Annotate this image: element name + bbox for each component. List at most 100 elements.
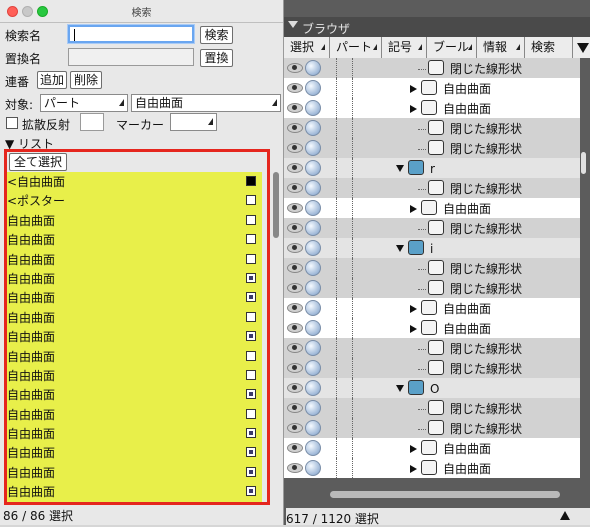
list-item[interactable]: <自由曲面: [7, 172, 262, 191]
list-scrollbar[interactable]: [272, 168, 280, 504]
eye-icon[interactable]: [287, 423, 303, 433]
list-item[interactable]: 自由曲面: [7, 443, 262, 462]
sphere-icon[interactable]: [305, 260, 321, 276]
tree-node[interactable]: r: [396, 160, 435, 176]
expand-arrow-icon[interactable]: [410, 465, 417, 473]
sphere-icon[interactable]: [305, 440, 321, 456]
list-item[interactable]: 自由曲面: [7, 405, 262, 424]
tree-row[interactable]: 自由曲面: [284, 198, 580, 218]
tree-row[interactable]: 閉じた線形状: [284, 338, 580, 358]
tree-row[interactable]: O: [284, 378, 580, 398]
tree-row[interactable]: 閉じた線形状: [284, 218, 580, 238]
target-type-select[interactable]: パート: [40, 94, 128, 112]
tree-row[interactable]: 閉じた線形状: [284, 398, 580, 418]
eye-icon[interactable]: [287, 63, 303, 73]
sphere-icon[interactable]: [305, 420, 321, 436]
replace-name-input[interactable]: [68, 48, 194, 66]
sphere-icon[interactable]: [305, 100, 321, 116]
tree-node[interactable]: i: [396, 240, 433, 256]
sphere-icon[interactable]: [305, 120, 321, 136]
tree-row[interactable]: 閉じた線形状: [284, 138, 580, 158]
tree-node[interactable]: 閉じた線形状: [418, 340, 522, 357]
tree-row[interactable]: 閉じた線形状: [284, 358, 580, 378]
tree-node[interactable]: 自由曲面: [410, 80, 491, 97]
eye-icon[interactable]: [287, 403, 303, 413]
eye-icon[interactable]: [287, 243, 303, 253]
browser-hscrollbar[interactable]: [330, 491, 560, 498]
browser-vscrollbar[interactable]: [580, 58, 590, 486]
tree-row[interactable]: 閉じた線形状: [284, 118, 580, 138]
eye-icon[interactable]: [287, 123, 303, 133]
tree-row[interactable]: 自由曲面: [284, 98, 580, 118]
sphere-icon[interactable]: [305, 160, 321, 176]
eye-icon[interactable]: [287, 343, 303, 353]
sphere-icon[interactable]: [305, 140, 321, 156]
tree-row[interactable]: 閉じた線形状: [284, 418, 580, 438]
tree-node[interactable]: 閉じた線形状: [418, 180, 522, 197]
tree-row[interactable]: 自由曲面: [284, 458, 580, 478]
tree-node[interactable]: 閉じた線形状: [418, 260, 522, 277]
tree-row[interactable]: r: [284, 158, 580, 178]
tab-part[interactable]: パート: [330, 37, 382, 58]
list-item[interactable]: 自由曲面: [7, 482, 262, 501]
sphere-icon[interactable]: [305, 340, 321, 356]
eye-icon[interactable]: [287, 223, 303, 233]
sphere-icon[interactable]: [305, 200, 321, 216]
select-all-button[interactable]: 全て選択: [9, 153, 67, 171]
search-name-input[interactable]: [68, 25, 194, 43]
target-kind-select[interactable]: 自由曲面: [131, 94, 281, 112]
list-item[interactable]: <ポスター: [7, 191, 262, 210]
eye-icon[interactable]: [287, 143, 303, 153]
list-item[interactable]: 自由曲面: [7, 347, 262, 366]
eye-icon[interactable]: [287, 443, 303, 453]
tab-info[interactable]: 情報: [477, 37, 525, 58]
expand-arrow-icon[interactable]: [410, 325, 417, 333]
tabs-menu-icon[interactable]: [577, 43, 589, 53]
tree-node[interactable]: 自由曲面: [410, 100, 491, 117]
eye-icon[interactable]: [287, 283, 303, 293]
tree-node[interactable]: 閉じた線形状: [418, 220, 522, 237]
sphere-icon[interactable]: [305, 180, 321, 196]
sphere-icon[interactable]: [305, 380, 321, 396]
sphere-icon[interactable]: [305, 400, 321, 416]
tree-row[interactable]: 閉じた線形状: [284, 178, 580, 198]
collapse-icon[interactable]: [288, 21, 298, 28]
sphere-icon[interactable]: [305, 460, 321, 476]
expand-arrow-icon[interactable]: [410, 85, 417, 93]
tab-select[interactable]: 選択: [284, 37, 330, 58]
tree-row[interactable]: 閉じた線形状: [284, 258, 580, 278]
eye-icon[interactable]: [287, 163, 303, 173]
tree-node[interactable]: 自由曲面: [410, 320, 491, 337]
eye-icon[interactable]: [287, 103, 303, 113]
eye-icon[interactable]: [287, 383, 303, 393]
tree-node[interactable]: 閉じた線形状: [418, 400, 522, 417]
sphere-icon[interactable]: [305, 280, 321, 296]
collapse-arrow-icon[interactable]: [396, 165, 404, 172]
tree-node[interactable]: 自由曲面: [410, 300, 491, 317]
list-item[interactable]: 自由曲面: [7, 366, 262, 385]
tree-node[interactable]: 自由曲面: [410, 200, 491, 217]
eye-icon[interactable]: [287, 463, 303, 473]
list-item[interactable]: 自由曲面: [7, 424, 262, 443]
tab-symbol[interactable]: 記号: [382, 37, 427, 58]
diffuse-color-well[interactable]: [80, 113, 104, 131]
tree-node[interactable]: 閉じた線形状: [418, 360, 522, 377]
tab-search[interactable]: 検索: [525, 37, 573, 58]
search-button[interactable]: 検索: [200, 26, 233, 44]
collapse-arrow-icon[interactable]: [396, 245, 404, 252]
expand-arrow-icon[interactable]: [410, 445, 417, 453]
tree-row[interactable]: 自由曲面: [284, 438, 580, 458]
sphere-icon[interactable]: [305, 320, 321, 336]
eye-icon[interactable]: [287, 183, 303, 193]
sphere-icon[interactable]: [305, 60, 321, 76]
tree-node[interactable]: 閉じた線形状: [418, 420, 522, 437]
expand-arrow-icon[interactable]: [410, 305, 417, 313]
list-scroll-thumb[interactable]: [273, 172, 279, 238]
sphere-icon[interactable]: [305, 240, 321, 256]
sphere-icon[interactable]: [305, 80, 321, 96]
collapse-arrow-icon[interactable]: [396, 385, 404, 392]
list-item[interactable]: 自由曲面: [7, 211, 262, 230]
list-item[interactable]: 自由曲面: [7, 269, 262, 288]
list-item[interactable]: 自由曲面: [7, 230, 262, 249]
tree-row[interactable]: 自由曲面: [284, 78, 580, 98]
